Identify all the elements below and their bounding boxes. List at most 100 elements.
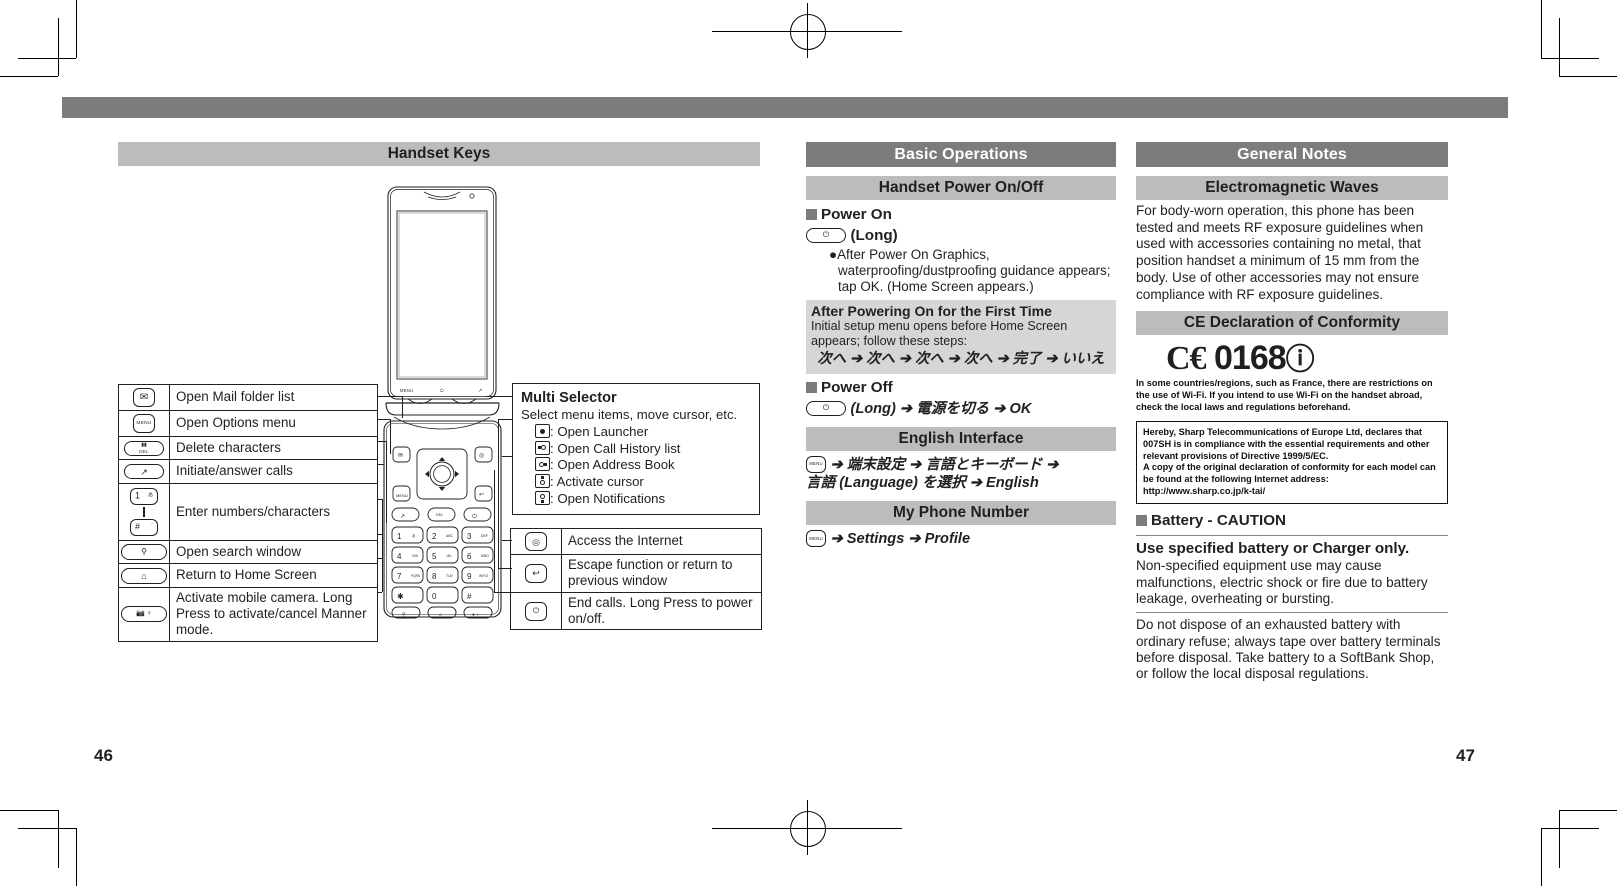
svg-text:6: 6 [467,552,472,561]
menu-key-icon[interactable]: MENU [133,414,155,433]
call-key-icon[interactable]: ↗ [124,464,164,480]
handset-key-table: ✉ Open Mail folder list MENU Open Option… [118,384,378,642]
battery-body-1: Non-specified equipment use may cause ma… [1136,558,1428,606]
general-notes-column: General Notes Electromagnetic Waves For … [1136,142,1448,682]
svg-text:◎: ◎ [479,453,484,459]
battery-body-2: Do not dispose of an exhausted battery w… [1136,617,1441,682]
svg-text:9: 9 [467,572,472,581]
table-row: ◎ Access the Internet [510,528,762,555]
svg-text:0: 0 [432,592,437,601]
key-description: End calls. Long Press to power on/off. [561,591,762,631]
multi-selector-desc: Select menu items, move cursor, etc. [521,407,738,423]
english-interface-step1: MENU ➔ 端末設定 ➔ 言語とキーボード ➔ [806,455,1116,474]
mail-key-icon[interactable]: ✉ [133,388,155,407]
svg-text:MENU: MENU [400,388,414,393]
svg-text:#: # [467,592,472,601]
key-description: Delete characters [169,435,378,461]
page-top-band [62,97,1508,118]
table-row: ⚲ Open search window [118,539,378,565]
page-number-left: 46 [94,746,113,765]
ce-wifi-notice: In some countries/regions, such as Franc… [1136,378,1433,412]
handset-keys-section: Handset Keys [118,142,760,166]
svg-text:ABC: ABC [446,534,454,538]
list-item: : Open Call History list [535,440,752,458]
english-interface-step2: 言語 (Language) を選択 ➔ English [806,475,1039,492]
up-key-icon [535,473,550,488]
svg-text:● ♀: ● ♀ [472,612,480,617]
power-key-icon[interactable]: ⏻ [525,601,547,621]
table-row: 1あ # ¨ Enter numbers/characters [118,482,378,541]
power-on-step: ⏻ (Long) [806,227,1116,245]
square-bullet-icon [806,209,817,220]
multi-selector-title: Multi Selector [521,390,617,406]
key-description: Open Mail folder list [169,384,378,411]
svg-text:3: 3 [467,532,472,541]
svg-text:↗: ↗ [478,388,482,394]
list-item: : Activate cursor [535,473,752,491]
key-description: Initiate/answer calls [169,459,378,484]
ce-declaration-title: CE Declaration of Conformity [1136,311,1448,336]
basic-operations-title: Basic Operations [806,142,1116,167]
first-time-note: After Powering On for the First Time Ini… [806,299,1116,374]
key-description: Return to Home Screen [169,563,378,588]
handset-power-title: Handset Power On/Off [806,176,1116,200]
camera-key-icon[interactable]: 📷 ♀ [121,606,167,623]
right-key-icon [535,457,550,472]
svg-text:⌂: ⌂ [439,612,442,618]
svg-text:⏻: ⏻ [472,513,477,520]
internet-key-icon[interactable]: ◎ [525,532,547,551]
center-key-icon [535,424,550,438]
ce-mark-icon: C€ 0168ⓘ [1166,339,1315,378]
svg-text:あ: あ [412,533,416,538]
menu-key-icon[interactable]: MENU [806,530,826,548]
left-key-icon [535,440,550,455]
table-row: MENU Open Options menu [118,410,378,437]
list-item: : Open Notifications [535,490,752,508]
page-number-right: 47 [1456,746,1475,765]
handset-keys-title: Handset Keys [118,142,760,166]
svg-text:GHI: GHI [412,554,418,558]
svg-text:⏻: ⏻ [440,388,444,393]
svg-text:PQRS: PQRS [411,574,420,578]
key-description: Open Options menu [169,410,378,437]
svg-text:2: 2 [432,532,437,541]
svg-text:✉: ✉ [398,453,403,459]
key-description: Access the Internet [561,528,762,555]
table-row: ↗ Initiate/answer calls [118,459,378,484]
key-description: Enter numbers/characters [169,482,378,541]
back-key-icon[interactable]: ↩ [525,563,547,583]
svg-text:8: 8 [432,572,437,581]
square-bullet-icon [806,381,817,393]
power-key-icon[interactable]: ⏻ [806,400,846,416]
number-keys-icon[interactable]: 1あ # ¨ [130,487,158,536]
table-row: ↩ Escape function or return to previous … [510,554,762,593]
menu-key-icon[interactable]: MENU [806,455,826,473]
battery-caution-heading: Battery - CAUTION [1136,512,1448,530]
power-off-step: ⏻ (Long) ➔ 電源を切る ➔ OK [806,400,1116,418]
svg-text:↩: ↩ [479,492,484,498]
my-phone-number-title: My Phone Number [806,501,1116,526]
my-phone-number-step: MENU ➔ Settings ➔ Profile [806,530,1116,548]
svg-text:1: 1 [397,532,402,541]
delete-key-icon[interactable]: ▮▮ DEL [124,440,164,456]
battery-head-1: Use specified battery or Charger only. [1136,540,1410,558]
multi-selector-callout: Multi Selector Select menu items, move c… [512,383,760,516]
manual-spread: Handset Keys MENU ⏻ ↗ ✉ ◎ MENU ↩ ↗ DEL ⏻… [0,0,1618,886]
svg-text:DEL: DEL [436,513,443,517]
svg-text:↗: ↗ [400,514,405,520]
svg-text:WXYZ: WXYZ [479,574,488,578]
svg-text:TUV: TUV [446,574,454,578]
divider [1136,535,1448,537]
english-interface-title: English Interface [806,426,1116,451]
general-notes-title: General Notes [1136,142,1448,167]
search-key-icon[interactable]: ⚲ [121,544,167,561]
power-key-icon[interactable]: ⏻ [806,227,846,243]
table-row: ▮▮ DEL Delete characters [118,435,378,461]
electromagnetic-waves-title: Electromagnetic Waves [1136,176,1448,200]
svg-text:5: 5 [432,552,437,561]
handset-key-table-secondary: ◎ Access the Internet ↩ Escape function … [510,528,762,631]
key-description: Activate mobile camera. Long Press to ac… [169,586,378,642]
registration-mark-top [712,3,902,58]
home-key-icon[interactable]: ⌂ [121,567,167,584]
first-time-title: After Powering On for the First Time [811,302,1052,319]
